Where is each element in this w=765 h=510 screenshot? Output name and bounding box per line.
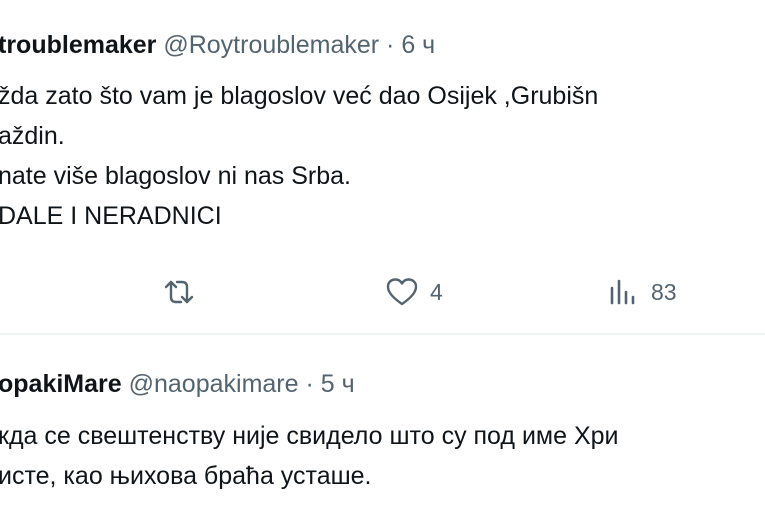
tweet-text: кда се свештенству није свидело што су п… bbox=[0, 416, 618, 496]
tweet-thread: troublemaker @Roytroublemaker · 6 ч žda … bbox=[0, 0, 765, 510]
tweet-timestamp[interactable]: 5 ч bbox=[321, 370, 355, 398]
author-handle[interactable]: @Roytroublemaker bbox=[163, 31, 379, 59]
views-bar-chart-icon bbox=[610, 279, 635, 305]
heart-icon bbox=[386, 278, 418, 306]
header-separator: · bbox=[305, 370, 314, 398]
author-display-name[interactable]: troublemaker bbox=[0, 31, 156, 59]
tweet-text: žda zato što vam je blagoslov već dao Os… bbox=[0, 76, 598, 236]
tweet-action-bar: 4 83 bbox=[0, 272, 765, 312]
tweet-text-line: кда се свештенству није свидело што су п… bbox=[0, 422, 619, 450]
author-handle[interactable]: @naopakimare bbox=[129, 370, 299, 398]
author-display-name[interactable]: opakiMare bbox=[0, 370, 122, 398]
tweet-header: troublemaker @Roytroublemaker · 6 ч bbox=[0, 27, 435, 63]
retweet-button[interactable] bbox=[162, 272, 196, 312]
views-count: 83 bbox=[651, 278, 677, 305]
like-count: 4 bbox=[430, 278, 443, 305]
like-button[interactable]: 4 bbox=[386, 272, 443, 312]
tweet-text-line: žda zato što vam je blagoslov već dao Os… bbox=[0, 82, 599, 110]
tweet-timestamp[interactable]: 6 ч bbox=[401, 31, 435, 59]
tweet-text-line: исте, као њихова браћа усташе. bbox=[0, 462, 372, 490]
tweet-header: opakiMare @naopakimare · 5 ч bbox=[0, 366, 355, 402]
header-separator: · bbox=[386, 31, 395, 59]
retweet-icon bbox=[164, 280, 194, 304]
tweet-text-line: aždin. bbox=[0, 122, 65, 150]
tweet-text-line: DALE I NERADNICI bbox=[0, 202, 222, 230]
views-button[interactable]: 83 bbox=[609, 272, 677, 312]
tweet-divider bbox=[0, 333, 765, 335]
tweet-text-line: nate više blagoslov ni nas Srba. bbox=[0, 162, 351, 190]
